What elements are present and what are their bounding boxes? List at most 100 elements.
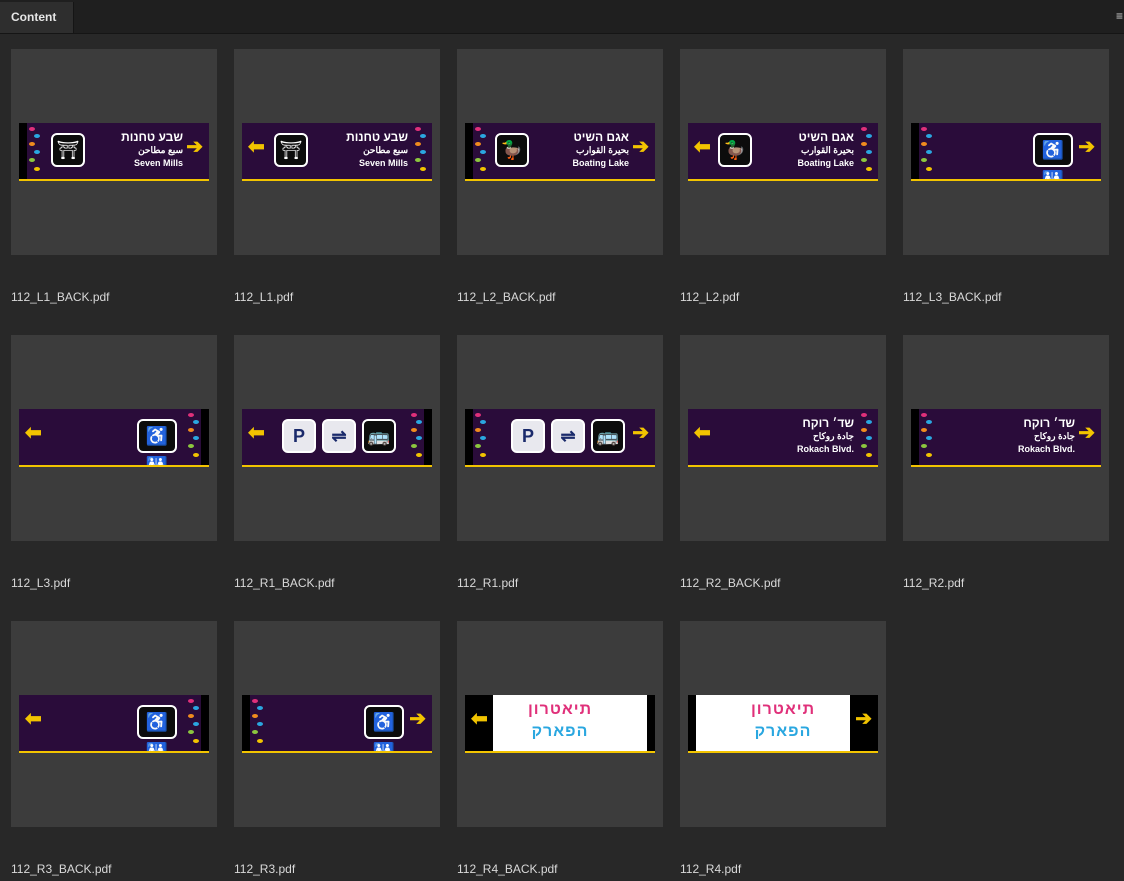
file-name: 112_R1_BACK.pdf [234, 576, 335, 590]
arrow-left-icon: ⬅ [471, 708, 488, 730]
parking-icon: P [282, 419, 316, 453]
theatre-logo: תיאטרון הפארק [527, 701, 593, 740]
sign-preview: ⬅ P ⇌ 🚌 [242, 409, 432, 467]
restroom-icon: ♿🚻 [137, 705, 177, 753]
sign-text: שד׳ רוקח جادة روكاح Rokach Blvd. [1017, 416, 1075, 454]
tab-content[interactable]: Content [0, 2, 74, 33]
train-icon: ⇌ [551, 419, 585, 453]
sign-text: שד׳ רוקח جادة روكاح Rokach Blvd. [796, 416, 854, 454]
grid-item[interactable]: ⬅ ♿🚻 112_R3_BACK.pdf [11, 621, 234, 881]
sign-text: שבע טחנות سبع مطاحن Seven Mills [346, 130, 408, 168]
leaves-icon [251, 697, 265, 749]
thumbnail[interactable]: ♿🚻 ➔ [234, 621, 440, 827]
sign-preview: 🦆 אגם השיט بحيرة القوارب Boating Lake ➔ [465, 123, 655, 181]
duck-icon: 🦆 [718, 133, 752, 167]
arrow-right-icon: ➔ [1078, 136, 1095, 158]
sign-text: אגם השיט بحيرة القوارب Boating Lake [797, 130, 854, 168]
file-name: 112_R1.pdf [457, 576, 519, 590]
grid-item[interactable]: ♿🚻 ➔ 112_R3.pdf [234, 621, 457, 881]
file-name: 112_L3.pdf [11, 576, 71, 590]
sign-preview: ⬅ שד׳ רוקח جادة روكاح Rokach Blvd. [688, 409, 878, 467]
grid-item[interactable]: תיאטרון הפארק ➔ 112_R4.pdf [680, 621, 903, 881]
arrow-right-icon: ➔ [632, 136, 649, 158]
grid-item[interactable]: ⬅ P ⇌ 🚌 112_R1_BACK.pdf [234, 335, 457, 595]
arrow-left-icon: ⬅ [25, 422, 42, 444]
thumbnail[interactable]: ⛩ שבע טחנות سبع مطاحن Seven Mills ➔ [11, 49, 217, 255]
file-name: 112_L1_BACK.pdf [11, 290, 110, 304]
arrow-right-icon: ➔ [409, 708, 426, 730]
thumbnail[interactable]: ⬅ P ⇌ 🚌 [234, 335, 440, 541]
leaves-icon [414, 125, 428, 177]
thumbnail[interactable]: ⬅ תיאטרון הפארק [457, 621, 663, 827]
file-name: 112_L2.pdf [680, 290, 740, 304]
thumbnail[interactable]: ⬅ ♿🚻 [11, 335, 217, 541]
sign-preview: תיאטרון הפארק ➔ [688, 695, 878, 753]
sign-preview: ⬅ 🦆 אגם השיט بحيرة القوارب Boating Lake [688, 123, 878, 181]
bus-icon: 🚌 [591, 419, 625, 453]
leaves-icon [920, 125, 934, 177]
leaves-icon [474, 125, 488, 177]
leaves-icon [920, 411, 934, 463]
thumbnail[interactable]: ⬅ 🦆 אגם השיט بحيرة القوارب Boating Lake [680, 49, 886, 255]
file-name: 112_L1.pdf [234, 290, 294, 304]
leaves-icon [860, 411, 874, 463]
arrow-left-icon: ⬅ [25, 708, 42, 730]
bus-icon: 🚌 [362, 419, 396, 453]
grid-item[interactable]: P ⇌ 🚌 ➔ 112_R1.pdf [457, 335, 680, 595]
sign-preview: ⬅ ♿🚻 [19, 409, 209, 467]
arrow-left-icon: ⬅ [694, 422, 711, 444]
sign-preview: ♿🚻 ➔ [242, 695, 432, 753]
panel-header: Content ≡ [0, 0, 1124, 34]
arrow-right-icon: ➔ [1078, 422, 1095, 444]
arrow-right-icon: ➔ [186, 136, 203, 158]
thumbnail[interactable]: ♿🚻 ➔ [903, 49, 1109, 255]
parking-icon: P [511, 419, 545, 453]
file-name: 112_R4_BACK.pdf [457, 862, 558, 876]
thumbnail[interactable]: שד׳ רוקח جادة روكاح Rokach Blvd. ➔ [903, 335, 1109, 541]
thumbnail[interactable]: P ⇌ 🚌 ➔ [457, 335, 663, 541]
grid-item[interactable]: ⬅ ⛩ שבע טחנות سبع مطاحن Seven Mills 112_… [234, 49, 457, 309]
arrow-left-icon: ⬅ [694, 136, 711, 158]
grid-item[interactable]: שד׳ רוקח جادة روكاح Rokach Blvd. ➔ 112_R… [903, 335, 1124, 595]
sign-preview: P ⇌ 🚌 ➔ [465, 409, 655, 467]
leaves-icon [474, 411, 488, 463]
duck-icon: 🦆 [495, 133, 529, 167]
grid-item[interactable]: ⬅ תיאטרון הפארק 112_R4_BACK.pdf [457, 621, 680, 881]
train-icon: ⇌ [322, 419, 356, 453]
thumbnail[interactable]: 🦆 אגם השיט بحيرة القوارب Boating Lake ➔ [457, 49, 663, 255]
thumbnail[interactable]: ⬅ שד׳ רוקח جادة روكاح Rokach Blvd. [680, 335, 886, 541]
sign-preview: שד׳ רוקח جادة روكاح Rokach Blvd. ➔ [911, 409, 1101, 467]
grid-item[interactable]: ♿🚻 ➔ 112_L3_BACK.pdf [903, 49, 1124, 309]
content-grid: ⛩ שבע טחנות سبع مطاحن Seven Mills ➔ 112_… [0, 34, 1124, 876]
arrow-right-icon: ➔ [632, 422, 649, 444]
file-name: 112_L3_BACK.pdf [903, 290, 1002, 304]
thumbnail[interactable]: תיאטרון הפארק ➔ [680, 621, 886, 827]
grid-item[interactable]: ⬅ 🦆 אגם השיט بحيرة القوارب Boating Lake [680, 49, 903, 309]
sign-text: שבע טחנות سبع مطاحن Seven Mills [121, 130, 183, 168]
file-name: 112_R3_BACK.pdf [11, 862, 112, 876]
panel-menu-icon[interactable]: ≡ [1116, 9, 1124, 23]
restroom-icon: ♿🚻 [364, 705, 404, 753]
grid-item[interactable]: 🦆 אגם השיט بحيرة القوارب Boating Lake ➔ … [457, 49, 680, 309]
grid-item[interactable]: ⬅ שד׳ רוקח جادة روكاح Rokach Blvd. 112_R… [680, 335, 903, 595]
grid-item[interactable]: ⛩ שבע טחנות سبع مطاحن Seven Mills ➔ 112_… [11, 49, 234, 309]
column-icon: ⛩ [51, 133, 85, 167]
restroom-icon: ♿🚻 [137, 419, 177, 467]
theatre-logo: תיאטרון הפארק [750, 701, 816, 740]
file-name: 112_R2_BACK.pdf [680, 576, 781, 590]
sign-preview: ⬅ ⛩ שבע טחנות سبع مطاحن Seven Mills [242, 123, 432, 181]
column-icon: ⛩ [274, 133, 308, 167]
leaves-icon [28, 125, 42, 177]
sign-preview: ♿🚻 ➔ [911, 123, 1101, 181]
leaves-icon [187, 697, 201, 749]
restroom-icon: ♿🚻 [1033, 133, 1073, 181]
leaves-icon [860, 125, 874, 177]
grid-item[interactable]: ⬅ ♿🚻 112_L3.pdf [11, 335, 234, 595]
file-name: 112_R4.pdf [680, 862, 742, 876]
sign-preview: ⬅ ♿🚻 [19, 695, 209, 753]
file-name: 112_R3.pdf [234, 862, 296, 876]
thumbnail[interactable]: ⬅ ♿🚻 [11, 621, 217, 827]
arrow-left-icon: ⬅ [248, 422, 265, 444]
sign-preview: ⛩ שבע טחנות سبع مطاحن Seven Mills ➔ [19, 123, 209, 181]
thumbnail[interactable]: ⬅ ⛩ שבע טחנות سبع مطاحن Seven Mills [234, 49, 440, 255]
